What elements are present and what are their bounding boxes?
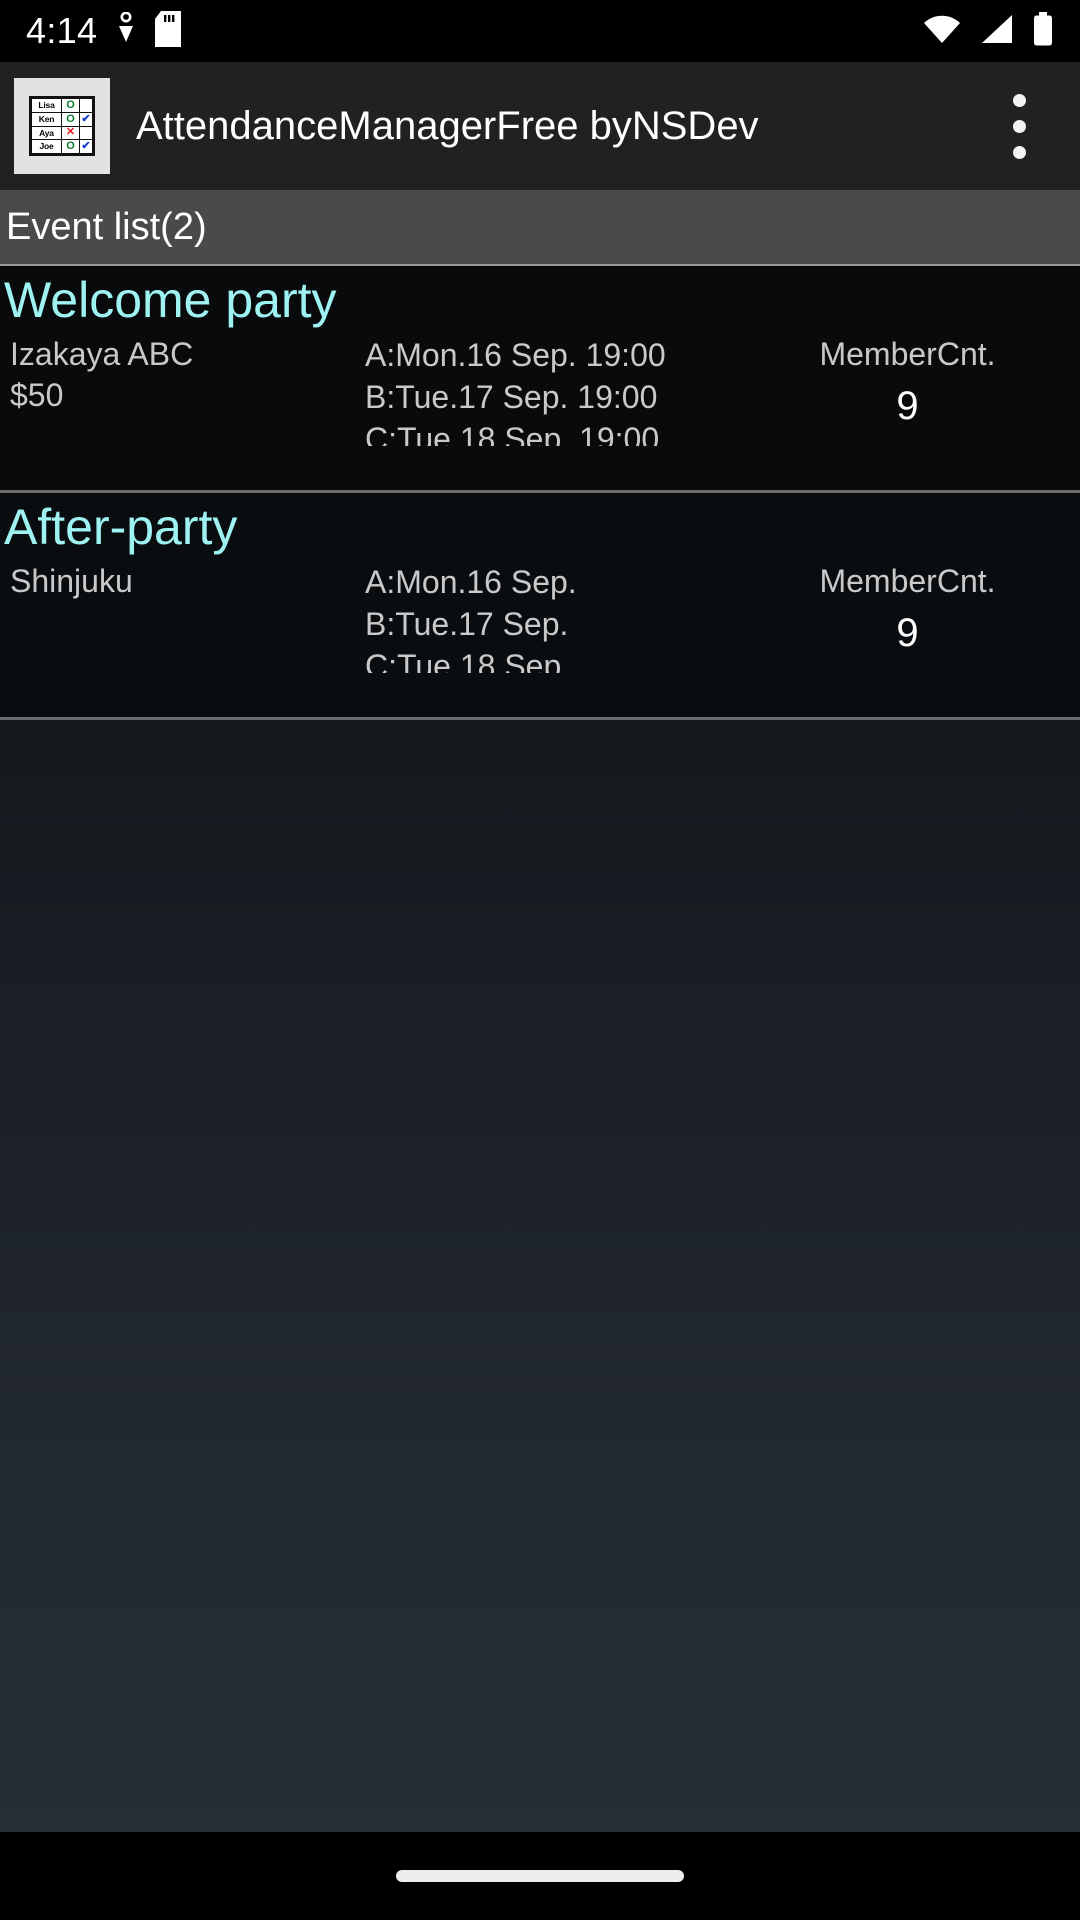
event-dates-column: A:Mon.16 Sep. B:Tue.17 Sep. C:Tue.18 Sep… <box>365 561 795 673</box>
event-title: After-party <box>4 499 238 555</box>
app-icon-row: Joe O ✔ <box>32 140 92 153</box>
sd-card-icon <box>155 10 182 52</box>
walking-person-icon <box>115 11 137 51</box>
event-place: Shinjuku <box>10 563 133 599</box>
app-icon-check: ✔ <box>81 140 91 153</box>
status-bar-left: 4:14 <box>26 10 182 52</box>
event-date-option: B:Tue.17 Sep. <box>365 606 569 643</box>
event-member-column: MemberCnt. 9 <box>795 561 1080 658</box>
section-header: Event list(2) <box>0 190 1080 266</box>
event-date-option: B:Tue.17 Sep. 19:00 <box>365 379 658 416</box>
app-icon-row: Ken O ✔ <box>32 112 92 127</box>
app-icon-name: Aya <box>32 126 62 140</box>
app-icon-mark: ✕ <box>62 126 80 140</box>
event-details: Izakaya ABC $50 A:Mon.16 Sep. 19:00 B:Tu… <box>0 334 1080 446</box>
app-icon-mark: O <box>62 140 80 153</box>
overflow-dot <box>1012 93 1026 107</box>
overflow-dot <box>1012 119 1026 133</box>
event-fee: $50 <box>10 376 64 413</box>
member-count-label: MemberCnt. <box>819 336 996 372</box>
app-icon-name: Ken <box>32 112 62 126</box>
event-title: Welcome party <box>4 272 337 328</box>
battery-icon <box>1032 11 1054 51</box>
event-place: Izakaya ABC <box>10 336 194 372</box>
event-member-column: MemberCnt. 9 <box>795 334 1080 431</box>
overflow-menu-button[interactable] <box>984 71 1054 181</box>
section-title: Event list(2) <box>6 206 207 248</box>
app-title: AttendanceManagerFree byNSDev <box>136 104 759 148</box>
status-bar-right <box>922 11 1054 51</box>
event-date-option: A:Mon.16 Sep. 19:00 <box>365 337 666 373</box>
navigation-bar <box>0 1832 1080 1920</box>
app-icon-mark: O <box>62 112 80 126</box>
app-icon-check: ✔ <box>81 112 91 125</box>
event-place-column: Izakaya ABC $50 <box>10 334 365 416</box>
app-icon-check <box>80 127 92 140</box>
app-icon-name: Joe <box>32 140 62 153</box>
event-list[interactable]: Welcome party Izakaya ABC $50 A:Mon.16 S… <box>0 266 1080 1832</box>
event-date-option: C:Tue.18 Sep. <box>365 648 571 673</box>
app-icon-check <box>80 99 92 112</box>
home-gesture-pill[interactable] <box>396 1870 684 1882</box>
member-count-value: 9 <box>896 610 919 655</box>
app-icon-mark: O <box>62 99 80 112</box>
app-bar: Lisa O Ken O ✔ Aya ✕ Joe O ✔ AttendanceM… <box>0 62 1080 190</box>
event-details: Shinjuku A:Mon.16 Sep. B:Tue.17 Sep. C:T… <box>0 561 1080 673</box>
app-icon-name: Lisa <box>32 99 62 112</box>
event-dates-column: A:Mon.16 Sep. 19:00 B:Tue.17 Sep. 19:00 … <box>365 334 795 446</box>
app-icon-row: Lisa O <box>32 99 92 113</box>
event-date-option: A:Mon.16 Sep. <box>365 564 577 600</box>
wifi-icon <box>922 13 962 50</box>
app-icon-row: Aya ✕ <box>32 126 92 141</box>
attendance-table-icon: Lisa O Ken O ✔ Aya ✕ Joe O ✔ <box>29 96 95 156</box>
list-item[interactable]: After-party Shinjuku A:Mon.16 Sep. B:Tue… <box>0 493 1080 720</box>
status-bar: 4:14 <box>0 0 1080 62</box>
overflow-dot <box>1012 145 1026 159</box>
event-place-column: Shinjuku <box>10 561 365 602</box>
cellular-signal-icon <box>980 13 1014 50</box>
phone-screen: 4:14 Lisa O Ken O ✔ Aya ✕ Joe O ✔ Attend… <box>0 0 1080 1920</box>
member-count-value: 9 <box>896 383 919 428</box>
status-bar-clock: 4:14 <box>26 10 98 51</box>
list-item[interactable]: Welcome party Izakaya ABC $50 A:Mon.16 S… <box>0 266 1080 493</box>
app-icon[interactable]: Lisa O Ken O ✔ Aya ✕ Joe O ✔ <box>14 78 110 174</box>
member-count-label: MemberCnt. <box>819 563 996 599</box>
event-date-option: C:Tue.18 Sep. 19:00 <box>365 421 660 446</box>
